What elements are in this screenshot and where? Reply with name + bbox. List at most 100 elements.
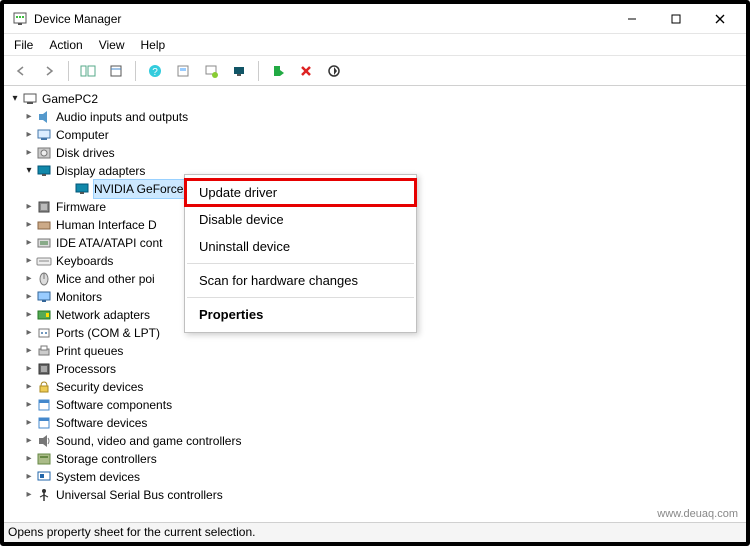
sw-icon [36,415,52,431]
monitor-icon [36,289,52,305]
device-manager-window: Device Manager File Action View Help ? ▾… [0,0,750,546]
usb-icon [36,487,52,503]
tree-root-label: GamePC2 [42,90,98,108]
minimize-button[interactable] [610,5,654,33]
sound-icon [36,433,52,449]
statusbar: Opens property sheet for the current sel… [4,522,746,542]
menu-help[interactable]: Help [141,38,166,52]
hid-icon [36,217,52,233]
chevron-right-icon[interactable]: ▸ [22,234,36,252]
printer-icon [36,343,52,359]
chevron-right-icon[interactable]: ▸ [22,198,36,216]
disk-icon [36,145,52,161]
tree-item-label: Human Interface D [56,216,157,234]
nic-icon [36,307,52,323]
chevron-right-icon[interactable]: ▸ [22,342,36,360]
titlebar: Device Manager [4,4,746,34]
lock-icon [36,379,52,395]
chevron-right-icon[interactable]: ▸ [22,378,36,396]
sw-icon [36,397,52,413]
context-menu-item[interactable]: Update driver [185,179,416,206]
forward-button[interactable] [38,60,60,82]
tree-item[interactable]: ▸ Software devices [6,414,744,432]
chevron-right-icon[interactable]: ▸ [22,360,36,378]
scan-hardware-button[interactable] [228,60,250,82]
chevron-right-icon[interactable]: ▸ [22,432,36,450]
back-button[interactable] [10,60,32,82]
tree-item[interactable]: ▸ Universal Serial Bus controllers [6,486,744,504]
chevron-right-icon[interactable]: ▸ [22,144,36,162]
chevron-down-icon[interactable]: ▾ [22,162,36,180]
tree-item[interactable]: ▸Sound, video and game controllers [6,432,744,450]
tree-item[interactable]: ▸Disk drives [6,144,744,162]
tree-item[interactable]: ▸ Computer [6,126,744,144]
chevron-down-icon[interactable]: ▾ [8,90,22,108]
tree-item[interactable]: ▸ Software components [6,396,744,414]
menu-file[interactable]: File [14,38,33,52]
chevron-right-icon[interactable]: ▸ [22,126,36,144]
tree-item-label: Software devices [56,414,147,432]
help-button[interactable]: ? [144,60,166,82]
menu-separator [187,297,414,298]
context-menu-item[interactable]: Disable device [185,206,416,233]
tree-root[interactable]: ▾ GamePC2 [6,90,744,108]
chevron-right-icon[interactable]: ▸ [22,306,36,324]
menu-view[interactable]: View [99,38,125,52]
app-icon [12,11,28,27]
chevron-right-icon[interactable]: ▸ [22,324,36,342]
chevron-right-icon[interactable]: ▸ [22,468,36,486]
system-icon [36,469,52,485]
chevron-right-icon[interactable]: ▸ [22,486,36,504]
tree-item-label: Ports (COM & LPT) [56,324,160,342]
ide-icon [36,235,52,251]
show-hide-tree-button[interactable] [77,60,99,82]
context-menu-item[interactable]: Scan for hardware changes [185,267,416,294]
svg-text:?: ? [152,67,158,78]
tree-item-label: Universal Serial Bus controllers [56,486,223,504]
chevron-right-icon[interactable]: ▸ [22,270,36,288]
display-icon [36,163,52,179]
menu-action[interactable]: Action [49,38,82,52]
tree-item-label: Processors [56,360,116,378]
tree-item[interactable]: ▸Audio inputs and outputs [6,108,744,126]
chevron-right-icon[interactable]: ▸ [22,108,36,126]
cpu-icon [36,361,52,377]
tree-item-label: Security devices [56,378,143,396]
mouse-icon [36,271,52,287]
maximize-button[interactable] [654,5,698,33]
chevron-right-icon[interactable]: ▸ [22,450,36,468]
tree-item[interactable]: ▸ Print queues [6,342,744,360]
chevron-right-icon[interactable]: ▸ [22,288,36,306]
close-button[interactable] [698,5,742,33]
toolbar-icon[interactable] [200,60,222,82]
chevron-right-icon[interactable]: ▸ [22,396,36,414]
keyboard-icon [36,253,52,269]
tree-item[interactable]: ▸ Security devices [6,378,744,396]
chevron-right-icon[interactable]: ▸ [22,414,36,432]
context-menu-item[interactable]: Uninstall device [185,233,416,260]
chevron-right-icon[interactable]: ▸ [22,252,36,270]
toolbar-separator [68,61,69,81]
computer-icon [22,91,38,107]
context-menu-item[interactable]: Properties [185,301,416,328]
tree-item-label: IDE ATA/ATAPI cont [56,234,162,252]
tree-item-label: Display adapters [56,162,145,180]
disable-button[interactable] [323,60,345,82]
tree-item-label: Storage controllers [56,450,157,468]
properties-button[interactable] [105,60,127,82]
tree-item-label: System devices [56,468,140,486]
tree-item[interactable]: ▸ System devices [6,468,744,486]
toolbar-icon[interactable] [172,60,194,82]
enable-button[interactable] [267,60,289,82]
statusbar-text: Opens property sheet for the current sel… [8,525,255,539]
tree-item-label: Print queues [56,342,123,360]
tree-item-label: Software components [56,396,172,414]
uninstall-button[interactable] [295,60,317,82]
tree-item[interactable]: ▸ Storage controllers [6,450,744,468]
menu-separator [187,263,414,264]
tree-item-label: Computer [56,126,109,144]
toolbar-separator [135,61,136,81]
chevron-right-icon[interactable]: ▸ [22,216,36,234]
tree-item[interactable]: ▸ Processors [6,360,744,378]
chip-icon [36,199,52,215]
